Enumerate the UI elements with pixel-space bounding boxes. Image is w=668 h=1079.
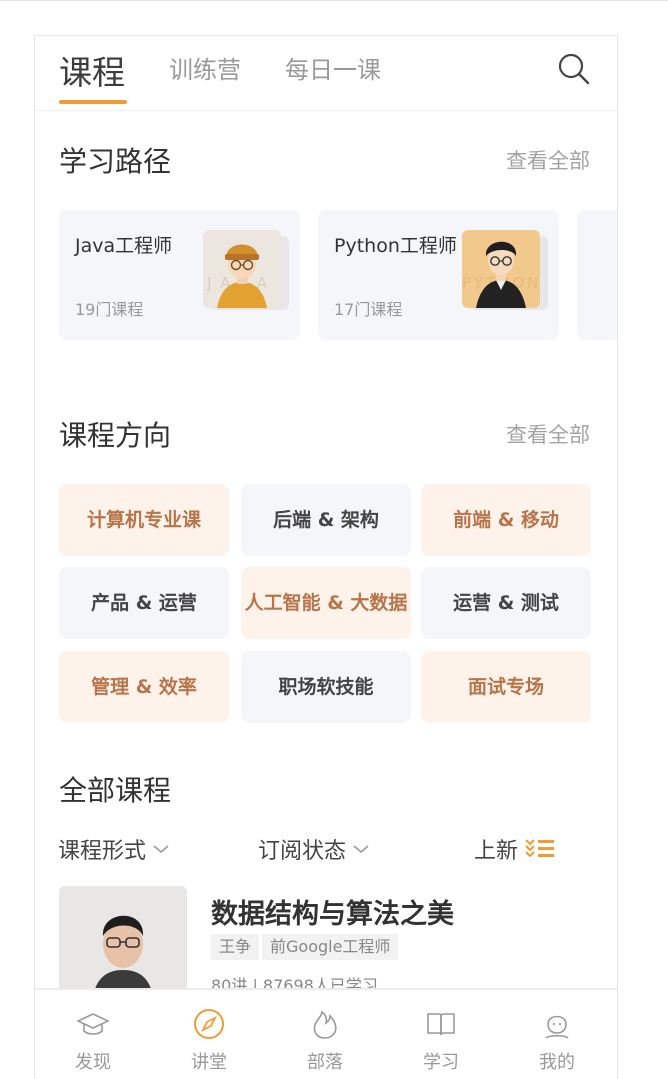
nav-lecture[interactable]: 讲堂 [151, 990, 267, 1079]
nav-mine[interactable]: 我的 [499, 990, 615, 1079]
bottom-nav-bar: 发现 讲堂 部落 学习 我的 [35, 988, 617, 1079]
chevron-down-icon [153, 845, 169, 854]
path-card-python[interactable]: Python工程师 17门课程 PYTHON [318, 210, 559, 340]
course-direction-see-all[interactable]: 查看全部 [506, 419, 590, 449]
nav-discover[interactable]: 发现 [35, 990, 151, 1079]
nav-tribe[interactable]: 部落 [267, 990, 383, 1079]
direction-ai-bigdata[interactable]: 人工智能 & 大数据 [241, 567, 411, 639]
graduation-cap-icon [77, 1013, 109, 1035]
direction-interview[interactable]: 面试专场 [421, 651, 591, 723]
path-course-count: 19门课程 [75, 300, 144, 319]
path-card-java[interactable]: Java工程师 19门课程 JAVA [59, 210, 300, 340]
learning-path-see-all[interactable]: 查看全部 [506, 145, 590, 175]
path-course-count: 17门课程 [334, 300, 403, 319]
course-title: 数据结构与算法之美 [211, 899, 454, 930]
author-title-tag: 前Google工程师 [262, 934, 399, 960]
sort-newest[interactable]: 上新 [474, 833, 556, 865]
path-name: Python工程师 [334, 235, 457, 257]
java-avatar-illustration: JAVA [203, 230, 281, 308]
top-tab-bar: 课程 训练营 每日一课 [35, 36, 617, 111]
direction-ops-testing[interactable]: 运营 & 测试 [421, 567, 591, 639]
filter-course-format[interactable]: 课程形式 [58, 833, 170, 865]
path-name: Java工程师 [75, 235, 173, 257]
direction-cs-basics[interactable]: 计算机专业课 [59, 484, 229, 556]
filter-label: 订阅状态 [258, 839, 347, 864]
sort-list-icon [525, 839, 555, 858]
flame-icon [313, 1010, 337, 1039]
chevron-down-icon [353, 845, 369, 854]
sort-label: 上新 [474, 839, 519, 864]
author-name-tag: 王争 [211, 934, 260, 960]
nav-label: 发现 [75, 1052, 111, 1073]
active-tab-indicator [59, 100, 127, 104]
profile-icon [545, 1015, 569, 1039]
nav-label: 讲堂 [191, 1052, 227, 1073]
search-icon[interactable] [557, 52, 591, 86]
course-direction-title: 课程方向 [59, 419, 172, 452]
nav-study[interactable]: 学习 [383, 990, 499, 1079]
direction-management[interactable]: 管理 & 效率 [59, 651, 229, 723]
direction-frontend[interactable]: 前端 & 移动 [421, 484, 591, 556]
tab-daily-lesson[interactable]: 每日一课 [285, 50, 381, 85]
direction-backend[interactable]: 后端 & 架构 [241, 484, 411, 556]
nav-label: 学习 [423, 1052, 459, 1073]
direction-soft-skills[interactable]: 职场软技能 [241, 651, 411, 723]
tab-training-camp[interactable]: 训练营 [169, 50, 241, 85]
direction-product[interactable]: 产品 & 运营 [59, 567, 229, 639]
top-divider [0, 0, 668, 1]
compass-icon [194, 1009, 224, 1039]
python-avatar-illustration: PYTHON [462, 230, 540, 308]
course-author-photo [59, 886, 187, 996]
nav-label: 部落 [307, 1052, 343, 1073]
app-frame: 课程 训练营 每日一课 学习路径 查看全部 Java工程师 19门课程 JAVA [34, 35, 618, 1079]
learning-path-title: 学习路径 [59, 145, 172, 178]
filter-subscription-status[interactable]: 订阅状态 [258, 833, 370, 865]
nav-label: 我的 [539, 1052, 575, 1073]
all-courses-title: 全部课程 [59, 774, 172, 807]
open-book-icon [427, 1013, 455, 1036]
tab-courses[interactable]: 课程 [59, 46, 125, 94]
filter-label: 课程形式 [58, 839, 147, 864]
path-card-partial[interactable] [577, 210, 617, 340]
